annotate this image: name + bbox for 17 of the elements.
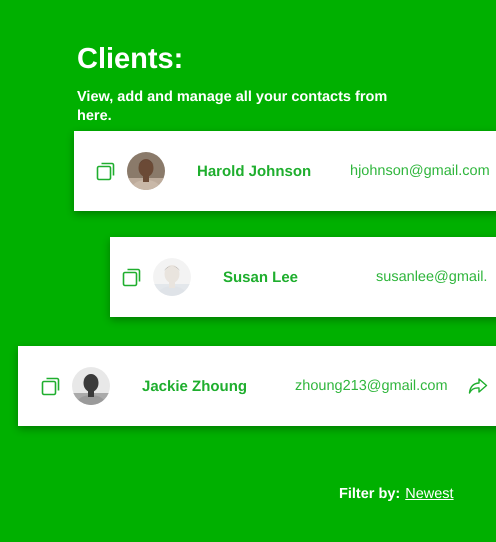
client-card[interactable]: Jackie Zhoung zhoung213@gmail.com <box>18 346 496 426</box>
page-subtitle: View, add and manage all your contacts from here. <box>77 88 388 126</box>
share-icon[interactable] <box>468 377 488 395</box>
copy-icon[interactable] <box>41 376 61 396</box>
copy-icon[interactable] <box>96 161 116 181</box>
filter-label: Filter by: <box>339 486 400 502</box>
client-name: Harold Johnson <box>197 162 312 180</box>
client-name: Susan Lee <box>223 268 300 286</box>
filter-link[interactable]: Newest <box>405 486 454 502</box>
client-email: hjohnson@gmail.com <box>350 163 490 179</box>
client-card[interactable]: Susan Lee susanlee@gmail. <box>110 237 496 317</box>
client-card[interactable]: Harold Johnson hjohnson@gmail.com <box>74 131 496 211</box>
page-title: Clients: <box>77 42 184 77</box>
client-email: zhoung213@gmail.com <box>295 378 448 394</box>
copy-icon[interactable] <box>122 267 142 287</box>
client-name: Jackie Zhoung <box>142 378 248 394</box>
client-email: susanlee@gmail. <box>376 269 488 285</box>
